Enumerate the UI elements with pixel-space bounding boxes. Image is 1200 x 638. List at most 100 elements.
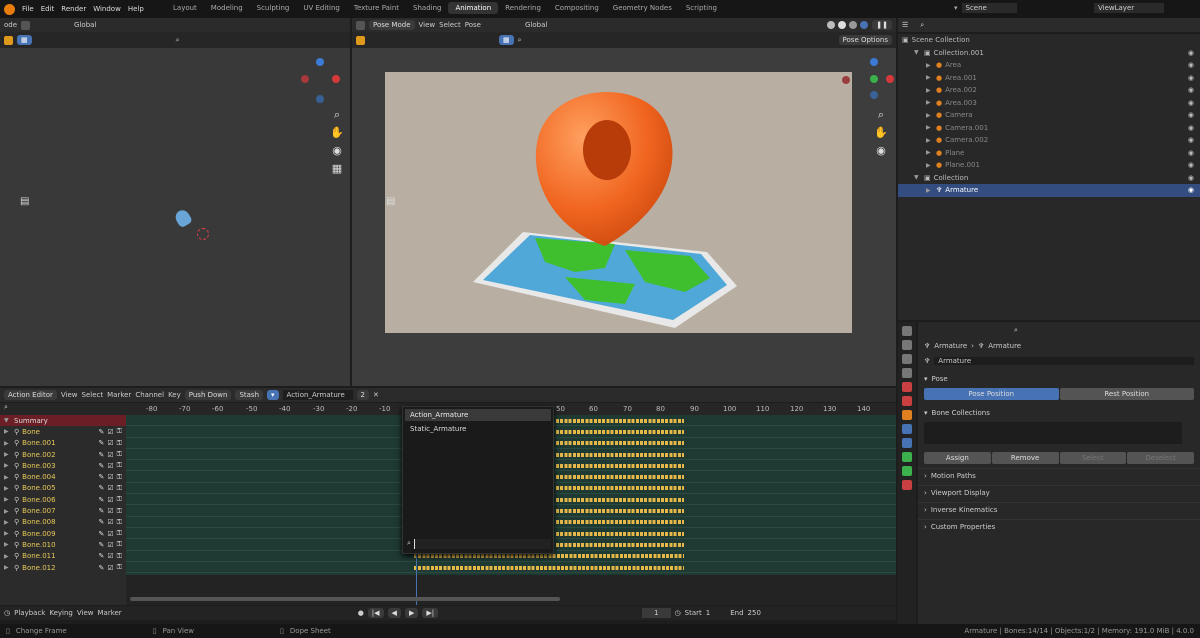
outliner-item[interactable]: ▶ ● Camera ◉ bbox=[898, 109, 1200, 122]
menu-marker[interactable]: Marker bbox=[97, 609, 121, 617]
mode-icon[interactable] bbox=[21, 20, 31, 30]
modifier-icon[interactable]: ✎ bbox=[99, 473, 105, 481]
expand-icon[interactable]: ▶ bbox=[4, 440, 11, 447]
channel-row[interactable]: ▶ ⚲ Bone.006 ✎ ☑ ⚿ bbox=[0, 494, 126, 505]
expand-icon[interactable]: ▼ bbox=[914, 174, 921, 181]
lock-icon[interactable]: ⚿ bbox=[117, 563, 126, 572]
action-users-count[interactable]: 2 bbox=[356, 390, 369, 400]
x-axis-icon[interactable] bbox=[332, 75, 340, 83]
keyframe-strip[interactable] bbox=[556, 497, 684, 502]
left-mode[interactable]: ode bbox=[4, 21, 17, 29]
modifier-icon[interactable]: ✎ bbox=[99, 530, 105, 538]
tab-texture-paint[interactable]: Texture Paint bbox=[347, 2, 406, 14]
left-3d-viewport[interactable]: ⌕ ✋ ◉ ▦ ▤ bbox=[0, 48, 350, 386]
camera-icon[interactable]: ◉ bbox=[330, 144, 344, 158]
panel-inverse-kinematics[interactable]: › Inverse Kinematics bbox=[918, 502, 1200, 516]
checkbox-icon[interactable]: ☑ bbox=[107, 496, 113, 504]
checkbox-icon[interactable]: ☑ bbox=[107, 473, 113, 481]
visibility-icon[interactable]: ◉ bbox=[1188, 161, 1200, 169]
assign-button[interactable]: Assign bbox=[924, 452, 991, 464]
expand-icon[interactable]: ▶ bbox=[926, 62, 933, 69]
modifier-icon[interactable]: ✎ bbox=[99, 451, 105, 459]
camera-icon[interactable]: ◉ bbox=[874, 144, 888, 158]
visibility-icon[interactable]: ◉ bbox=[1188, 136, 1200, 144]
outliner-item[interactable]: ▶ ● Camera.001 ◉ bbox=[898, 122, 1200, 135]
panel-viewport-display[interactable]: › Viewport Display bbox=[918, 485, 1200, 499]
checkbox-icon[interactable]: ☑ bbox=[107, 541, 113, 549]
pose-mode-dropdown[interactable]: Pose Mode bbox=[369, 20, 415, 30]
armature-row[interactable]: ▶ ♆ Armature ◉ bbox=[898, 184, 1200, 197]
current-frame-field[interactable]: 1 bbox=[642, 608, 671, 618]
tab-animation[interactable]: Animation bbox=[448, 2, 499, 14]
action-name-field[interactable]: Action_Armature bbox=[282, 390, 353, 400]
tab-rendering[interactable]: Rendering bbox=[498, 2, 548, 14]
tab-scripting[interactable]: Scripting bbox=[679, 2, 724, 14]
expand-icon[interactable]: ▶ bbox=[926, 99, 933, 106]
tab-layout[interactable]: Layout bbox=[166, 2, 204, 14]
editor-type-icon[interactable] bbox=[356, 20, 365, 30]
channel-row[interactable]: ▶ ⚲ Bone.011 ✎ ☑ ⚿ bbox=[0, 551, 126, 562]
channel-row[interactable]: ▶ ⚲ Bone.007 ✎ ☑ ⚿ bbox=[0, 505, 126, 516]
outliner-item[interactable]: ▶ ● Plane ◉ bbox=[898, 147, 1200, 160]
modifier-icon[interactable]: ✎ bbox=[99, 518, 105, 526]
keyframe-strip[interactable] bbox=[414, 554, 684, 559]
z-axis-icon[interactable] bbox=[870, 58, 878, 66]
pan-hand-icon[interactable]: ✋ bbox=[874, 126, 888, 140]
menu-pose[interactable]: Pose bbox=[465, 21, 481, 29]
channel-row[interactable]: ▶ ⚲ Bone.009 ✎ ☑ ⚿ bbox=[0, 528, 126, 539]
menu-view[interactable]: View bbox=[77, 609, 94, 617]
expand-icon[interactable]: ▶ bbox=[4, 451, 11, 458]
expand-icon[interactable]: ▼ bbox=[4, 417, 11, 424]
jump-end-icon[interactable]: ▶| bbox=[422, 608, 439, 618]
menu-select[interactable]: Select bbox=[82, 391, 104, 399]
texture-tab-icon[interactable] bbox=[902, 480, 912, 490]
pose-position-button[interactable]: Pose Position bbox=[924, 388, 1059, 400]
checkbox-icon[interactable]: ☑ bbox=[107, 518, 113, 526]
keyframe-strip[interactable] bbox=[556, 441, 684, 446]
axis-gizmo[interactable] bbox=[300, 58, 340, 103]
expand-icon[interactable]: ▶ bbox=[4, 519, 11, 526]
lock-icon[interactable]: ⚿ bbox=[117, 473, 126, 482]
render-tab-icon[interactable] bbox=[902, 340, 912, 350]
outliner-item[interactable]: ▶ ● Camera.002 ◉ bbox=[898, 134, 1200, 147]
dropdown-search[interactable]: ⌕ bbox=[407, 538, 551, 549]
blender-logo-icon[interactable] bbox=[4, 3, 15, 15]
checkbox-icon[interactable]: ☑ bbox=[107, 439, 113, 447]
dropdown-search-input[interactable] bbox=[413, 538, 551, 549]
modifier-tab-icon[interactable] bbox=[902, 424, 912, 434]
channel-row[interactable]: ▶ ⚲ Bone.012 ✎ ☑ ⚿ bbox=[0, 562, 126, 573]
outliner-item[interactable]: ▶ ● Plane.001 ◉ bbox=[898, 159, 1200, 172]
channel-row[interactable]: ▶ ⚲ Bone ✎ ☑ ⚿ bbox=[0, 426, 126, 437]
push-down-button[interactable]: Push Down bbox=[184, 390, 232, 400]
outliner-item[interactable]: ▶ ● Area.002 ◉ bbox=[898, 84, 1200, 97]
axis-gizmo[interactable] bbox=[860, 58, 900, 99]
play-icon[interactable]: ▶ bbox=[404, 608, 419, 618]
collapse-toggle-icon[interactable]: ▤ bbox=[386, 196, 395, 207]
expand-icon[interactable]: ▶ bbox=[4, 530, 11, 537]
data-tab-icon[interactable] bbox=[902, 452, 912, 462]
checkbox-icon[interactable]: ☑ bbox=[107, 428, 113, 436]
rendered-shading-icon[interactable] bbox=[860, 21, 869, 29]
physics-tab-icon[interactable] bbox=[902, 438, 912, 448]
menu-select[interactable]: Select bbox=[439, 21, 461, 29]
lock-icon[interactable]: ⚿ bbox=[117, 461, 126, 470]
neg-z-axis-icon[interactable] bbox=[870, 91, 878, 99]
modifier-icon[interactable]: ✎ bbox=[99, 552, 105, 560]
material-shading-icon[interactable] bbox=[849, 21, 858, 29]
search-icon[interactable]: ⌕ bbox=[0, 403, 8, 411]
pose-options-button[interactable]: Pose Options bbox=[838, 35, 892, 45]
checkbox-icon[interactable]: ☑ bbox=[107, 564, 113, 572]
deselect-button[interactable]: Deselect bbox=[1127, 452, 1194, 464]
scene-name[interactable]: Scene bbox=[961, 3, 1017, 13]
collapse-toggle-icon[interactable]: ▤ bbox=[20, 196, 29, 207]
action-option-action-armature[interactable]: Action_Armature bbox=[405, 409, 551, 421]
expand-icon[interactable]: ▼ bbox=[914, 49, 921, 56]
expand-icon[interactable]: ▶ bbox=[4, 428, 11, 435]
unlink-action-icon[interactable]: ✕ bbox=[373, 391, 379, 399]
lock-icon[interactable]: ⚿ bbox=[117, 439, 126, 448]
horizontal-scrollbar[interactable] bbox=[130, 597, 560, 601]
expand-icon[interactable]: ▶ bbox=[4, 485, 11, 492]
keyframe-strip[interactable] bbox=[556, 486, 684, 491]
tab-geometry-nodes[interactable]: Geometry Nodes bbox=[606, 2, 679, 14]
lock-icon[interactable]: ⚿ bbox=[117, 427, 126, 436]
